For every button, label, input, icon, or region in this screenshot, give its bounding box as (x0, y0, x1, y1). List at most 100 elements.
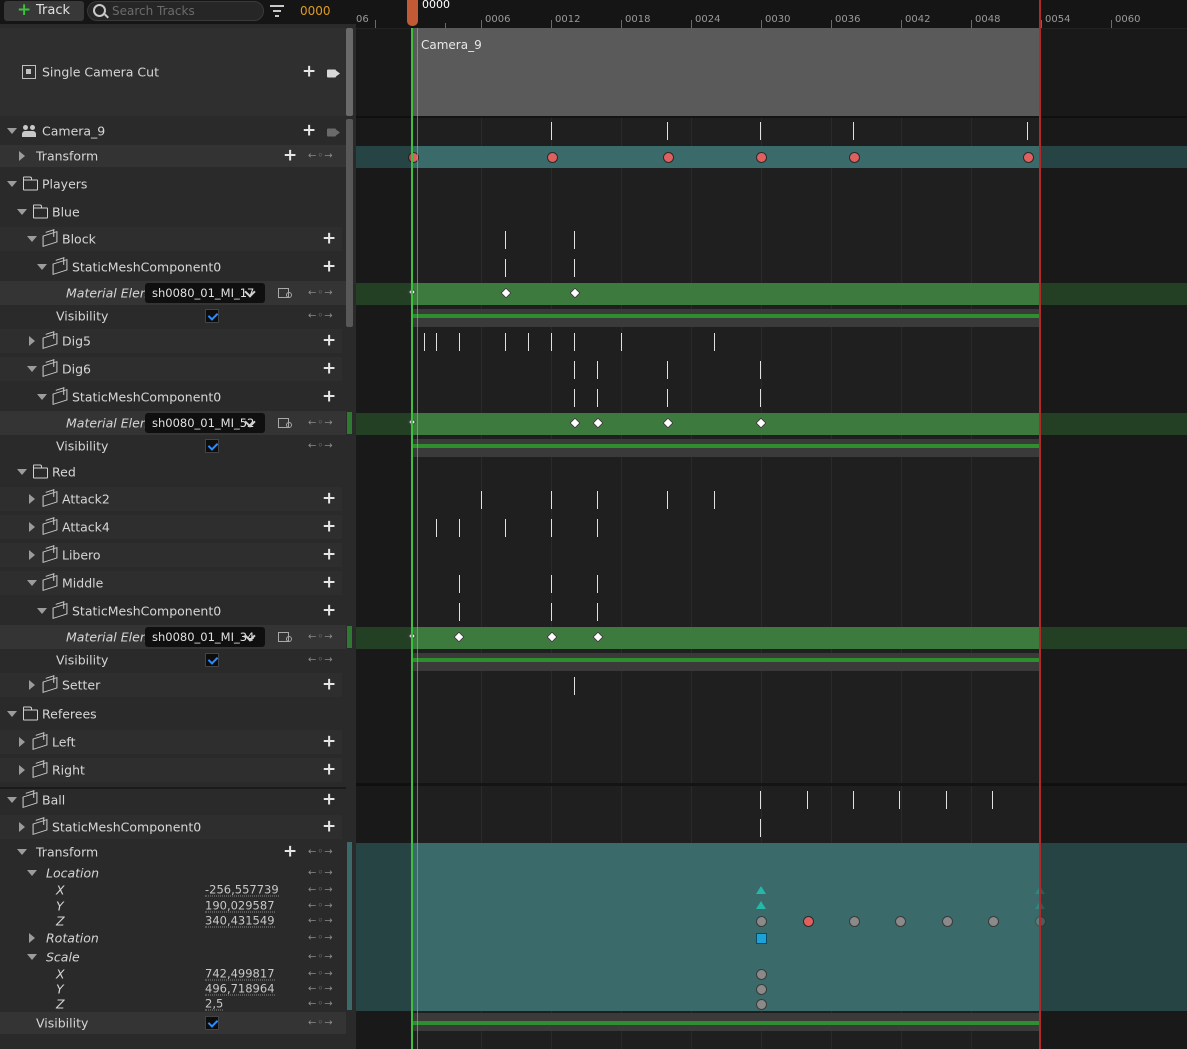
chevron-down-icon[interactable] (27, 236, 37, 242)
material-dropdown[interactable]: sh0080_01_MI_17 (145, 283, 265, 303)
plus-icon[interactable]: + (283, 843, 297, 861)
playhead-handle[interactable] (407, 0, 418, 26)
track-camera-9[interactable]: Camera_9 + (0, 119, 346, 143)
track-dig6-visibility[interactable]: Visibility ←◦→ (0, 435, 346, 457)
scale-y[interactable]: Y 496,718964 ←◦→ (0, 981, 346, 997)
track-dig5[interactable]: Dig5 + (0, 329, 342, 353)
add-track-button[interactable]: + Track (4, 0, 84, 21)
track-ball-transform[interactable]: Transform + ←◦→ (0, 842, 346, 862)
chevron-down-icon[interactable] (37, 264, 47, 270)
visibility-checkbox[interactable] (205, 1016, 219, 1030)
track-libero[interactable]: Libero + (0, 543, 342, 567)
track-block-material[interactable]: Material Elem sh0080_01_MI_17 ←◦→ (0, 281, 346, 305)
track-block-smc[interactable]: StaticMeshComponent0 + (0, 255, 346, 279)
key-navigation[interactable]: ←◦→ (308, 655, 334, 666)
scale-x[interactable]: X 742,499817 ←◦→ (0, 966, 346, 982)
track-ball-smc[interactable]: StaticMeshComponent0 + (0, 815, 342, 839)
track-dig6-material[interactable]: Material Elem sh0080_01_MI_52 ←◦→ (0, 411, 346, 435)
plus-icon[interactable]: + (322, 518, 336, 536)
track-middle[interactable]: Middle + (0, 571, 342, 595)
chevron-down-icon[interactable] (27, 954, 37, 960)
plus-icon[interactable]: + (322, 818, 336, 836)
key-navigation[interactable]: ←◦→ (308, 916, 334, 927)
track-ball-visibility[interactable]: Visibility ←◦→ (0, 1012, 346, 1034)
plus-icon[interactable]: + (322, 546, 336, 564)
chevron-right-icon[interactable] (19, 765, 25, 775)
material-dropdown[interactable]: sh0080_01_MI_52 (145, 413, 265, 433)
chevron-down-icon[interactable] (7, 128, 17, 134)
chevron-down-icon[interactable] (7, 797, 17, 803)
plus-icon[interactable]: + (322, 360, 336, 378)
visibility-checkbox[interactable] (205, 309, 219, 323)
chevron-down-icon[interactable] (27, 580, 37, 586)
scale-z[interactable]: Z 2,5 ←◦→ (0, 996, 346, 1012)
track-right[interactable]: Right + (0, 758, 342, 782)
plus-icon[interactable]: + (283, 147, 297, 165)
chevron-right-icon[interactable] (29, 522, 35, 532)
key-navigation[interactable]: ←◦→ (308, 969, 334, 980)
folder-red[interactable]: Red (0, 460, 346, 484)
key-navigation[interactable]: ←◦→ (308, 418, 334, 429)
track-middle-smc[interactable]: StaticMeshComponent0 + (0, 599, 346, 623)
key-navigation[interactable]: ←◦→ (308, 984, 334, 995)
browse-icon[interactable] (278, 416, 294, 430)
plus-icon[interactable]: + (322, 602, 336, 620)
plus-icon[interactable]: + (302, 63, 316, 81)
chevron-down-icon[interactable] (7, 181, 17, 187)
key-navigation[interactable]: ←◦→ (308, 999, 334, 1010)
location-z[interactable]: Z 340,431549 ←◦→ (0, 913, 346, 929)
key-navigation[interactable]: ←◦→ (308, 1018, 334, 1029)
search-input[interactable] (112, 3, 257, 19)
chevron-down-icon[interactable] (17, 849, 27, 855)
key-navigation[interactable]: ←◦→ (308, 933, 334, 944)
key-navigation[interactable]: ←◦→ (308, 632, 334, 643)
material-dropdown[interactable]: sh0080_01_MI_34 (145, 627, 265, 647)
plus-icon[interactable]: + (322, 761, 336, 779)
chevron-down-icon[interactable] (37, 608, 47, 614)
chevron-down-icon[interactable] (27, 870, 37, 876)
track-dig6[interactable]: Dig6 + (0, 357, 342, 381)
location-y[interactable]: Y 190,029587 ←◦→ (0, 898, 346, 914)
visibility-checkbox[interactable] (205, 653, 219, 667)
chevron-down-icon[interactable] (17, 469, 27, 475)
key-navigation[interactable]: ←◦→ (308, 151, 334, 162)
chevron-right-icon[interactable] (19, 737, 25, 747)
group-scale[interactable]: Scale ←◦→ (0, 948, 346, 966)
plus-icon[interactable]: + (322, 332, 336, 350)
plus-icon[interactable]: + (322, 733, 336, 751)
key-navigation[interactable]: ←◦→ (308, 868, 334, 879)
chevron-right-icon[interactable] (29, 494, 35, 504)
visibility-checkbox[interactable] (205, 439, 219, 453)
plus-icon[interactable]: + (322, 676, 336, 694)
start-range-marker[interactable] (411, 28, 413, 1049)
scrollbar-thumb[interactable] (346, 28, 353, 116)
plus-icon[interactable]: + (322, 258, 336, 276)
filter-icon[interactable] (270, 5, 284, 17)
key-navigation[interactable]: ←◦→ (308, 847, 334, 858)
chevron-down-icon[interactable] (27, 366, 37, 372)
folder-blue[interactable]: Blue (0, 200, 346, 224)
camera-icon[interactable] (327, 67, 341, 78)
chevron-down-icon[interactable] (17, 209, 27, 215)
track-middle-visibility[interactable]: Visibility ←◦→ (0, 649, 346, 671)
track-setter[interactable]: Setter + (0, 673, 342, 697)
folder-players[interactable]: Players (0, 172, 346, 196)
chevron-down-icon[interactable] (37, 394, 47, 400)
group-rotation[interactable]: Rotation ←◦→ (0, 929, 346, 947)
plus-icon[interactable]: + (322, 574, 336, 592)
browse-icon[interactable] (278, 630, 294, 644)
key-navigation[interactable]: ←◦→ (308, 885, 334, 896)
chevron-right-icon[interactable] (29, 933, 35, 943)
folder-referees[interactable]: Referees (0, 702, 346, 726)
time-ruler[interactable]: 06 0006 0012 0018 0024 0030 0036 0042 00… (356, 0, 1187, 29)
camera-icon[interactable] (327, 126, 341, 137)
plus-icon[interactable]: + (302, 122, 316, 140)
track-dig6-smc[interactable]: StaticMeshComponent0 + (0, 385, 346, 409)
key-navigation[interactable]: ←◦→ (308, 311, 334, 322)
camera-cut-track[interactable]: Single Camera Cut + (0, 28, 346, 116)
track-block[interactable]: Block + (0, 227, 342, 251)
key-navigation[interactable]: ←◦→ (308, 441, 334, 452)
track-middle-material[interactable]: Material Elem sh0080_01_MI_34 ←◦→ (0, 625, 346, 649)
track-ball[interactable]: Ball + (0, 787, 346, 811)
browse-icon[interactable] (278, 286, 294, 300)
